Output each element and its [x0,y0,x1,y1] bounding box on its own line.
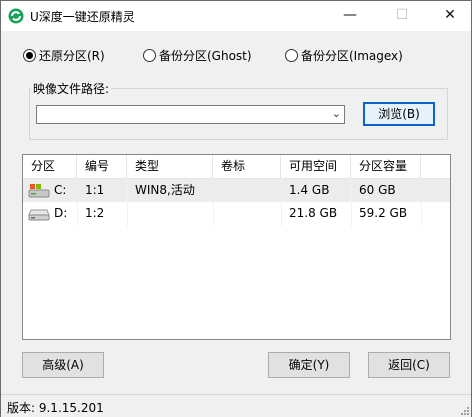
column-divider [281,178,282,226]
cell-capacity: 60 GB [359,183,396,197]
version-text: 版本: 9.1.15.201 [7,401,104,415]
status-bar: 版本: 9.1.15.201 [1,394,471,417]
chevron-down-icon[interactable]: ⌄ [332,107,341,120]
radio-label: 备份分区(Imagex) [301,49,403,63]
advanced-button[interactable]: 高级(A) [22,352,104,378]
cell-type: WIN8,活动 [135,183,195,197]
column-header-partition[interactable]: 分区 [23,155,77,178]
column-divider [421,178,422,226]
radio-label: 还原分区(R) [39,49,105,63]
column-divider [351,178,352,226]
image-path-combobox[interactable]: ⌄ [36,105,345,124]
browse-button[interactable]: 浏览(B) [363,102,435,126]
cell-number: 1:2 [85,206,105,220]
radio-indicator[interactable] [143,49,156,62]
ok-button[interactable]: 确定(Y) [268,352,350,378]
column-header-number[interactable]: 编号 [77,155,127,178]
restore-partition-radio[interactable]: 还原分区(R) [23,47,105,63]
resize-grip-icon[interactable] [459,405,469,415]
cell-label [213,179,221,202]
radio-label: 备份分区(Ghost) [159,49,252,63]
column-header-free-space[interactable]: 可用空间 [281,155,351,178]
column-header-capacity[interactable]: 分区容量 [351,155,421,178]
cell-free-space: 21.8 GB [289,206,338,220]
app-logo-icon [8,8,24,24]
system-drive-icon [28,184,50,198]
radio-indicator[interactable] [23,49,36,62]
radio-indicator[interactable] [285,49,298,62]
column-divider [77,178,78,226]
column-header-type[interactable]: 类型 [127,155,213,178]
app-window: U深度一键还原精灵 — ☐ ✕ 还原分区(R) 备份分区(Ghost) 备份分区… [0,0,472,417]
table-row[interactable]: D: 1:2 21.8 GB 59.2 GB [23,202,450,225]
backup-ghost-radio[interactable]: 备份分区(Ghost) [143,47,252,63]
column-header-label[interactable]: 卷标 [213,155,281,178]
hard-drive-icon [28,209,50,221]
cell-capacity: 59.2 GB [359,206,408,220]
column-divider [127,178,128,226]
backup-imagex-radio[interactable]: 备份分区(Imagex) [285,47,403,63]
cell-label [213,202,221,225]
maximize-button[interactable]: ☐ [385,1,419,31]
close-button[interactable]: ✕ [433,1,467,31]
cell-free-space: 1.4 GB [289,183,330,197]
image-path-group-label: 映像文件路径: [31,80,112,97]
table-row[interactable]: C: 1:1 WIN8,活动 1.4 GB 60 GB [23,179,450,202]
back-button[interactable]: 返回(C) [368,352,450,378]
minimize-button[interactable]: — [333,1,367,31]
cell-number: 1:1 [85,183,105,197]
column-divider [213,178,214,226]
window-title: U深度一键还原精灵 [30,10,135,24]
list-header: 分区 编号 类型 卷标 可用空间 分区容量 [23,155,450,179]
title-bar[interactable]: U深度一键还原精灵 — ☐ ✕ [1,1,471,31]
cell-type [127,202,135,225]
partition-list[interactable]: 分区 编号 类型 卷标 可用空间 分区容量 C: 1:1 WIN8,活动 1.4… [22,154,451,340]
drive-letter: C: [54,183,67,197]
drive-letter: D: [54,206,68,220]
